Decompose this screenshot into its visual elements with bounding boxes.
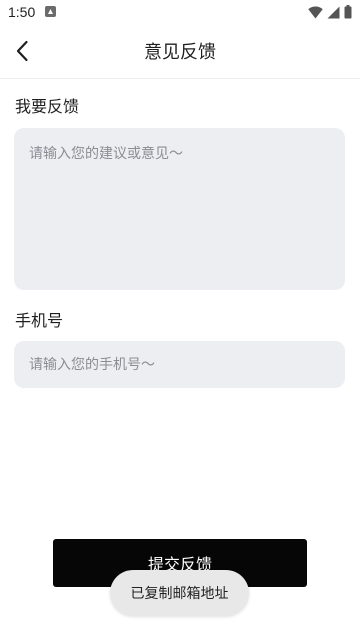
signal-icon	[327, 6, 340, 18]
a-app-icon	[45, 6, 56, 17]
status-bar: 1:50	[0, 0, 360, 24]
battery-icon	[344, 5, 352, 19]
feedback-input[interactable]	[14, 128, 345, 290]
app-bar: 意见反馈	[0, 24, 360, 79]
feedback-field[interactable]	[14, 128, 345, 290]
page-title: 意见反馈	[144, 42, 216, 63]
phone-input[interactable]	[14, 341, 345, 388]
phone-label: 手机号	[15, 311, 64, 330]
toast-message: 已复制邮箱地址	[110, 570, 249, 616]
feedback-label: 我要反馈	[15, 97, 80, 116]
status-time: 1:50	[8, 4, 36, 20]
phone-field[interactable]	[14, 341, 345, 388]
wifi-icon	[308, 6, 323, 18]
status-icons	[308, 5, 352, 19]
